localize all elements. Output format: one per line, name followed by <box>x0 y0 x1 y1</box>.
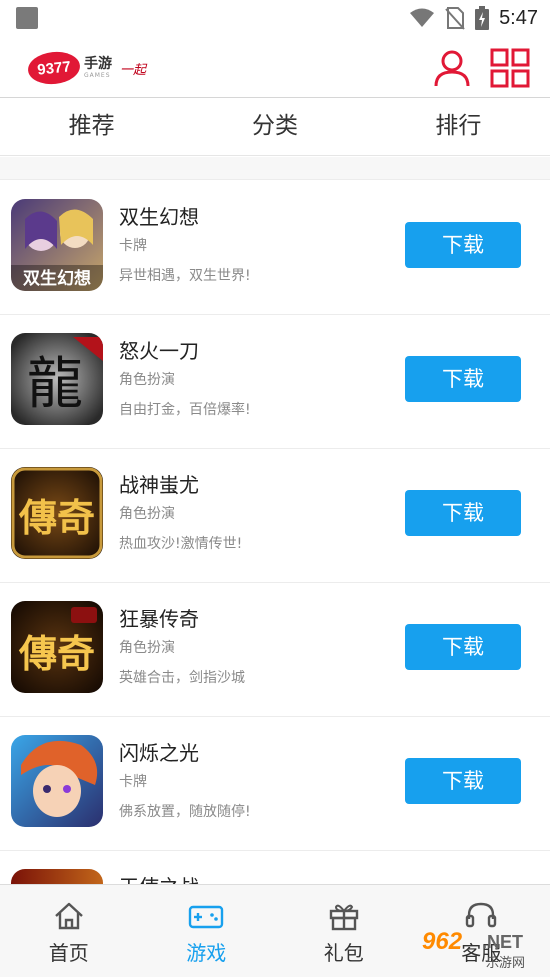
game-thumbnail[interactable] <box>11 869 103 884</box>
status-bar: 5:47 <box>0 0 550 36</box>
app-header: 9377 手游 GAMES 一起 <box>0 36 550 98</box>
game-name[interactable]: 怒火一刀 <box>119 335 199 364</box>
logo-text-en: GAMES <box>84 72 111 79</box>
site-watermark: 962 .NET 乐游网 <box>412 928 544 972</box>
thumb-text: 双生幻想 <box>23 268 91 289</box>
status-icons: 5:47 <box>409 5 538 31</box>
watermark-number: 962 <box>422 928 463 955</box>
thumb-text: 傳奇 <box>18 495 95 540</box>
headset-icon <box>466 902 497 928</box>
logo-script: 一起 <box>120 62 147 78</box>
game-description: 热血攻沙!激情传世! <box>119 536 243 552</box>
nav-label: 游戏 <box>186 941 227 965</box>
category-tabs: 推荐 分类 排行 <box>0 98 550 156</box>
game-category: 卡牌 <box>119 774 147 790</box>
home-icon <box>54 902 83 930</box>
game-thumbnail[interactable]: 傳奇 <box>11 467 103 559</box>
game-list[interactable]: 双生幻想 双生幻想 卡牌 异世相遇，双生世界! 下载 龍 怒火一刀 角色扮演 自… <box>0 181 550 884</box>
nav-home[interactable]: 首页 <box>0 885 138 977</box>
nav-label: 首页 <box>48 941 89 965</box>
download-button[interactable]: 下载 <box>405 356 521 402</box>
nav-gifts[interactable]: 礼包 <box>275 885 413 977</box>
download-button[interactable]: 下载 <box>405 624 521 670</box>
download-button[interactable]: 下载 <box>405 490 521 536</box>
app-logo[interactable]: 9377 手游 GAMES 一起 <box>26 49 147 87</box>
game-name[interactable]: 闪烁之光 <box>119 737 199 766</box>
tab-recommend[interactable]: 推荐 <box>0 98 183 155</box>
gift-icon <box>329 904 358 931</box>
nav-label: 礼包 <box>323 941 364 965</box>
game-thumbnail[interactable]: 双生幻想 <box>11 199 103 291</box>
section-divider <box>0 157 550 180</box>
game-category: 角色扮演 <box>119 506 175 522</box>
logo-text-cn: 手游 <box>84 56 112 72</box>
game-description: 自由打金，百倍爆率! <box>119 402 251 418</box>
download-button[interactable]: 下载 <box>405 222 521 268</box>
battery-charging-icon <box>475 6 490 30</box>
game-category: 角色扮演 <box>119 640 175 656</box>
tab-categories[interactable]: 分类 <box>183 98 366 155</box>
user-icon[interactable] <box>432 48 472 88</box>
no-sim-icon <box>445 7 465 30</box>
game-description: 英雄合击，剑指沙城 <box>119 670 245 686</box>
game-name[interactable]: 天使之战 <box>119 871 199 884</box>
list-item[interactable]: 天使之战 <box>0 851 550 884</box>
list-item[interactable]: 傳奇 战神蚩尤 角色扮演 热血攻沙!激情传世! 下载 <box>0 449 550 583</box>
thumb-text: 傳奇 <box>18 631 95 676</box>
download-button[interactable]: 下载 <box>405 758 521 804</box>
nav-games[interactable]: 游戏 <box>138 885 276 977</box>
list-item[interactable]: 傳奇 狂暴传奇 角色扮演 英雄合击，剑指沙城 下载 <box>0 583 550 717</box>
list-item[interactable]: 双生幻想 双生幻想 卡牌 异世相遇，双生世界! 下载 <box>0 181 550 315</box>
status-time: 5:47 <box>499 6 538 29</box>
thumb-text: 龍 <box>27 352 83 417</box>
game-description: 异世相遇，双生世界! <box>119 268 251 284</box>
game-category: 卡牌 <box>119 238 147 254</box>
grid-menu-icon[interactable] <box>490 48 530 88</box>
game-thumbnail[interactable]: 傳奇 <box>11 601 103 693</box>
game-thumbnail[interactable]: 龍 <box>11 333 103 425</box>
list-item[interactable]: 龍 怒火一刀 角色扮演 自由打金，百倍爆率! 下载 <box>0 315 550 449</box>
logo-badge: 9377 <box>26 49 82 87</box>
game-name[interactable]: 狂暴传奇 <box>119 603 199 632</box>
watermark-text: 乐游网 <box>486 956 526 971</box>
watermark-suffix: .NET <box>482 932 524 952</box>
game-thumbnail[interactable] <box>11 735 103 827</box>
gamepad-icon <box>189 905 224 929</box>
game-category: 角色扮演 <box>119 372 175 388</box>
game-description: 佛系放置，随放随停! <box>119 804 251 820</box>
wifi-icon <box>410 8 435 27</box>
logo-text: 手游 GAMES <box>84 57 112 79</box>
app-notification-icon <box>16 7 38 29</box>
game-name[interactable]: 双生幻想 <box>119 201 199 230</box>
game-name[interactable]: 战神蚩尤 <box>119 469 199 498</box>
list-item[interactable]: 闪烁之光 卡牌 佛系放置，随放随停! 下载 <box>0 717 550 851</box>
tab-ranking[interactable]: 排行 <box>367 98 550 155</box>
